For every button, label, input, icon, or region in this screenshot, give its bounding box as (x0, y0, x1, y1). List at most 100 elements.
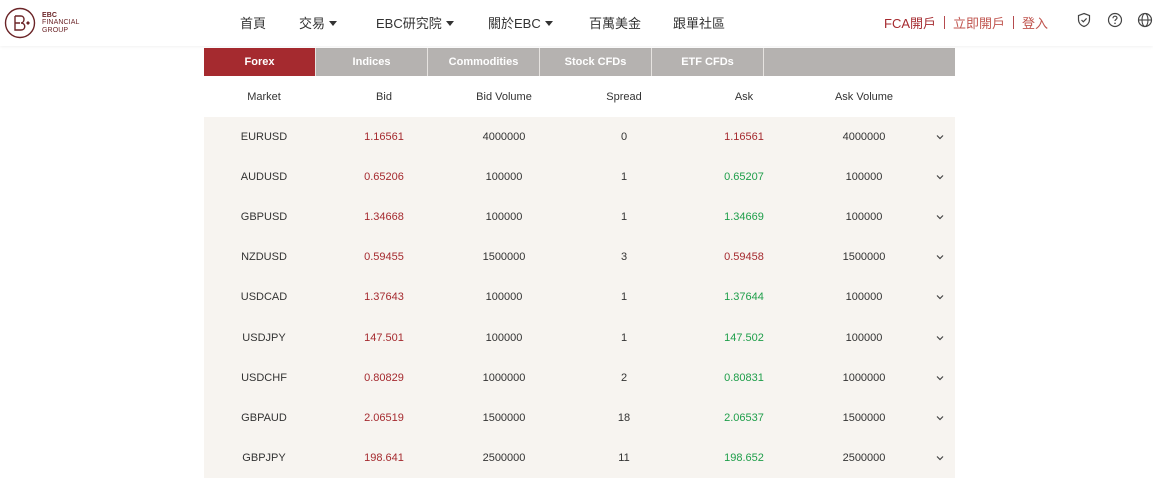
bid-volume-cell: 4000000 (482, 131, 526, 144)
table-row[interactable]: EURUSD 1.16561 4000000 0 1.16561 4000000 (204, 117, 955, 157)
ask-cell: 0.80831 (724, 371, 764, 384)
bid-cell: 1.34668 (364, 211, 404, 224)
header-ask-volume: Ask Volume (834, 91, 894, 103)
nav-copy-trading-label: 跟單社區 (673, 16, 726, 31)
expand-row-button[interactable] (924, 277, 955, 317)
nav-about[interactable]: 關於EBC (488, 13, 553, 32)
account-links: FCA開戶 立即開戶 登入 (884, 13, 1048, 32)
table-body: EURUSD 1.16561 4000000 0 1.16561 4000000 AUDUS… (204, 117, 955, 478)
table-row[interactable]: GBPUSD 1.34668 100000 1 1.34669 100000 (204, 197, 955, 237)
chevron-down-icon (936, 295, 943, 300)
ask-volume-cell: 4000000 (842, 131, 886, 144)
expand-row-button[interactable] (924, 157, 955, 197)
bid-cell: 0.59455 (364, 251, 404, 264)
ask-cell: 1.34669 (724, 211, 764, 224)
header-ask: Ask (734, 91, 754, 103)
ask-cell: 2.06537 (724, 411, 764, 424)
tab-indices[interactable]: Indices (316, 48, 428, 76)
bid-volume-cell: 1500000 (482, 411, 526, 424)
tab-etf-cfds[interactable]: ETF CFDs (652, 48, 764, 76)
help-icon[interactable] (1107, 12, 1123, 28)
fca-open-account-link[interactable]: FCA開戶 (884, 13, 936, 32)
nav-copy-trading[interactable]: 跟單社區 (673, 13, 725, 32)
spread-cell: 11 (618, 451, 630, 464)
expand-row-button[interactable] (924, 317, 955, 357)
ask-volume-cell: 1500000 (842, 411, 886, 424)
bid-volume-cell: 100000 (485, 211, 523, 224)
table-row[interactable]: GBPAUD 2.06519 1500000 18 2.06537 1500000 (204, 398, 955, 438)
shield-check-icon[interactable] (1076, 12, 1092, 28)
ebc-logo[interactable]: EBC FINANCIAL GROUP (4, 6, 94, 40)
caret-down-icon (329, 20, 338, 26)
caret-down-icon (445, 20, 454, 26)
bid-volume-cell: 2500000 (482, 451, 526, 464)
ask-volume-cell: 100000 (845, 331, 883, 344)
globe-icon[interactable] (1137, 12, 1153, 28)
tab-commodities[interactable]: Commodities (428, 48, 540, 76)
ask-cell: 147.502 (724, 331, 764, 344)
ask-cell: 1.16561 (724, 131, 764, 144)
header-bid: Bid (376, 91, 392, 103)
spread-cell: 18 (617, 411, 631, 424)
login-link[interactable]: 登入 (1022, 13, 1048, 32)
divider (944, 16, 946, 29)
nav-trading-label: 交易 (299, 16, 326, 31)
table-header: Market Bid Bid Volume Spread Ask Ask Vol… (204, 77, 955, 117)
ask-volume-cell: 100000 (845, 171, 883, 184)
bid-cell: 0.80829 (364, 371, 404, 384)
spread-cell: 1 (620, 291, 628, 304)
market-tabs: Forex Indices Commodities Stock CFDs ETF… (204, 48, 955, 76)
bid-cell: 2.06519 (364, 411, 404, 424)
nav-research-label: EBC研究院 (376, 16, 442, 31)
spread-cell: 1 (620, 331, 628, 344)
table-row[interactable]: AUDUSD 0.65206 100000 1 0.65207 100000 (204, 157, 955, 197)
tab-forex[interactable]: Forex (204, 48, 316, 76)
table-row[interactable]: GBPJPY 198.641 2500000 11 198.652 2500000 (204, 438, 955, 478)
chevron-down-icon (936, 415, 943, 421)
nav-home-label: 首頁 (240, 16, 267, 31)
expand-row-button[interactable] (924, 117, 955, 157)
bid-volume-cell: 100000 (485, 291, 523, 304)
chevron-down-icon (936, 455, 943, 461)
ask-volume-cell: 100000 (845, 291, 883, 304)
header-market: Market (247, 91, 281, 103)
expand-row-button[interactable] (924, 197, 955, 237)
market-cell: GBPUSD (240, 211, 288, 224)
caret-down-icon (544, 20, 553, 26)
nav-million-dollar-label: 百萬美金 (589, 16, 642, 31)
chevron-down-icon (936, 175, 943, 180)
expand-row-button[interactable] (924, 358, 955, 398)
market-cell: USDCAD (240, 291, 288, 304)
ask-cell: 0.65207 (724, 171, 764, 184)
ask-volume-cell: 100000 (845, 211, 883, 224)
nav-million-dollar[interactable]: 百萬美金 (589, 13, 641, 32)
header-bid-volume: Bid Volume (476, 91, 532, 103)
logo-line-3: GROUP (42, 26, 69, 34)
expand-row-button[interactable] (924, 438, 955, 478)
expand-row-button[interactable] (924, 237, 955, 277)
table-row[interactable]: USDJPY 147.501 100000 1 147.502 100000 (204, 317, 955, 357)
open-account-link[interactable]: 立即開戶 (953, 13, 1005, 32)
table-row[interactable]: USDCHF 0.80829 1000000 2 0.80831 1000000 (204, 358, 955, 398)
table-row[interactable]: USDCAD 1.37643 100000 1 1.37644 100000 (204, 277, 955, 317)
nav-home[interactable]: 首頁 (240, 13, 266, 32)
market-cell: NZDUSD (241, 251, 287, 264)
ask-cell: 1.37644 (724, 291, 764, 304)
spread-cell: 2 (620, 371, 628, 384)
bid-cell: 1.16561 (364, 131, 404, 144)
chevron-down-icon (936, 255, 943, 260)
spread-cell: 1 (620, 211, 628, 224)
spread-cell: 3 (620, 251, 628, 264)
market-cell: EURUSD (240, 131, 288, 144)
bid-volume-cell: 1500000 (482, 251, 526, 264)
nav-trading[interactable]: 交易 (299, 13, 338, 32)
market-cell: GBPJPY (242, 451, 286, 464)
bid-cell: 147.501 (364, 331, 404, 344)
bid-cell: 198.641 (364, 451, 404, 464)
tab-stock-cfds[interactable]: Stock CFDs (540, 48, 652, 76)
nav-research[interactable]: EBC研究院 (376, 13, 454, 32)
market-cell: AUDUSD (240, 171, 288, 184)
table-row[interactable]: NZDUSD 0.59455 1500000 3 0.59458 1500000 (204, 237, 955, 277)
spread-cell: 0 (620, 131, 628, 144)
expand-row-button[interactable] (924, 398, 955, 438)
